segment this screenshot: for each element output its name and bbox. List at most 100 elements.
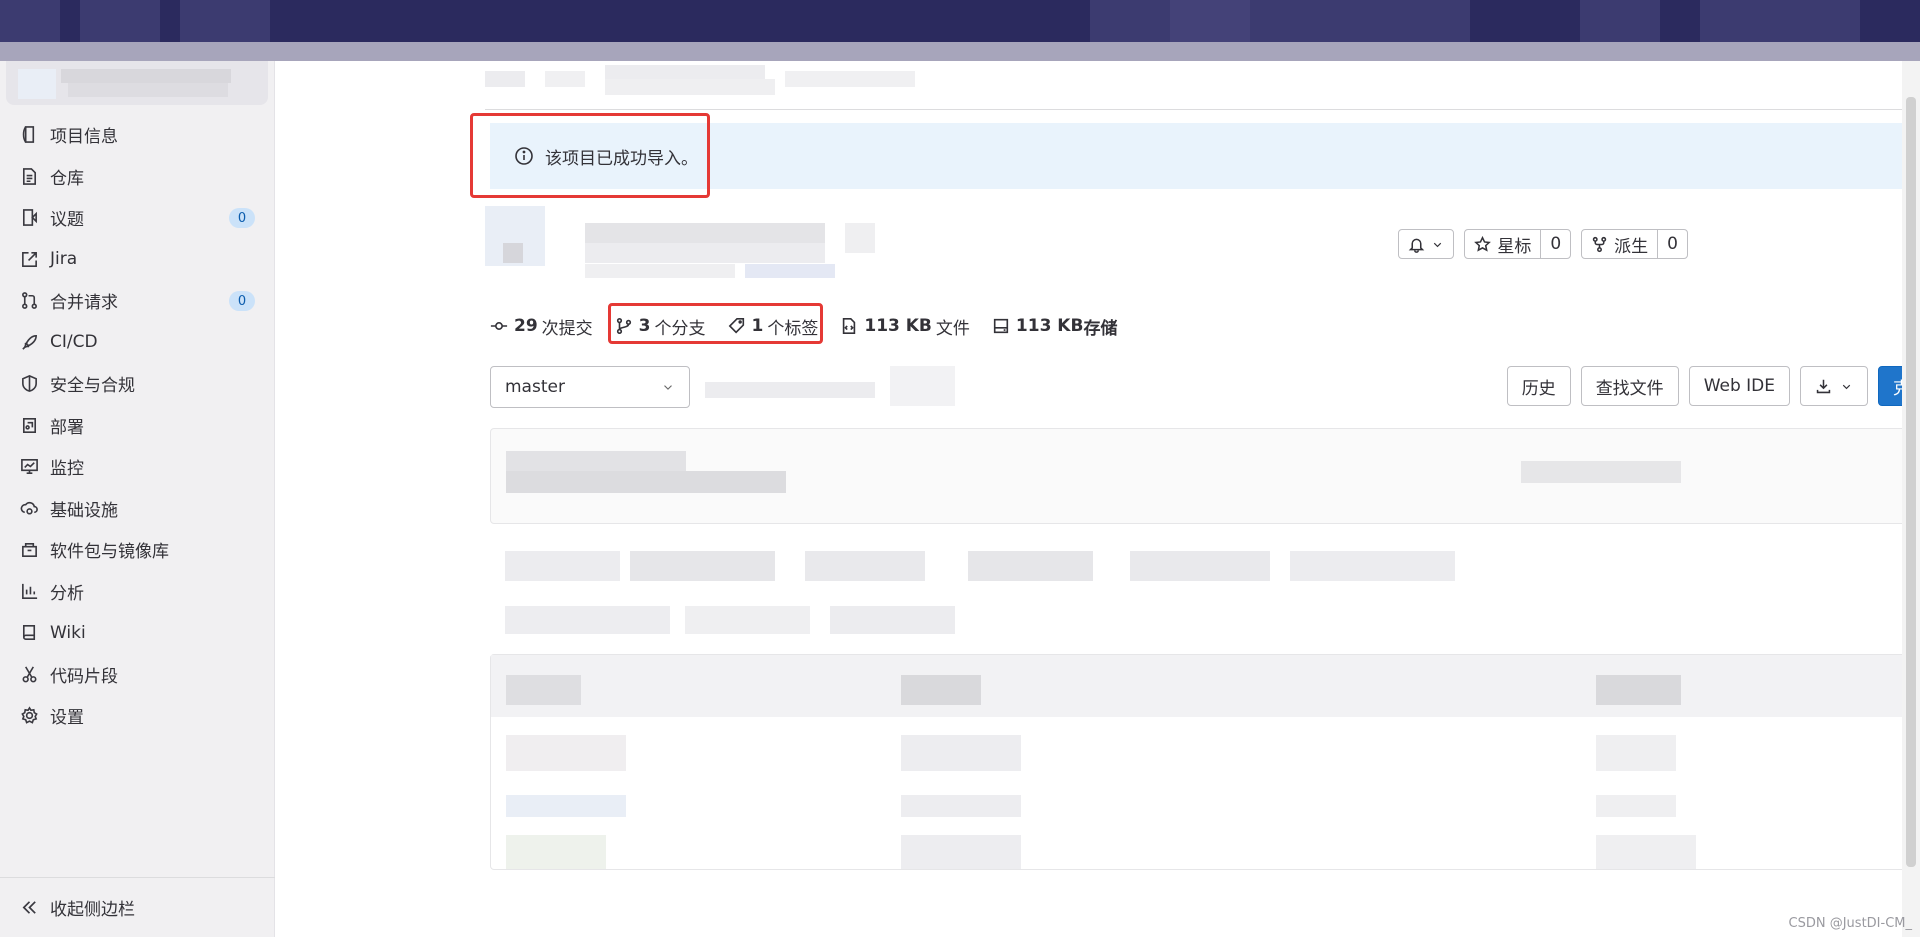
scissors-icon [22, 666, 37, 683]
collapse-sidebar-button[interactable]: 收起侧边栏 [0, 877, 275, 937]
header-divider [485, 109, 1920, 110]
sidebar-item-deployments[interactable]: 部署 [0, 405, 275, 447]
sidebar-item-monitor[interactable]: 监控 [0, 446, 275, 488]
merge-request-icon [22, 292, 37, 310]
branch-selector-value: master [505, 377, 565, 397]
repository-toolbar: master 历史 查找文件 Web IDE 克隆 [490, 364, 1920, 408]
sidebar-item-label: 仓库 [50, 168, 84, 189]
files-link[interactable]: 113 KB 文件 [840, 314, 970, 339]
web-ide-button[interactable]: Web IDE [1688, 366, 1790, 406]
files-label: 文件 [935, 318, 970, 339]
shield-icon [22, 375, 37, 393]
monitor-icon [21, 459, 38, 475]
sidebar-item-label: 安全与合规 [50, 376, 135, 397]
sidebar-item-packages[interactable]: 软件包与镜像库 [0, 529, 275, 571]
find-file-button[interactable]: 查找文件 [1580, 366, 1679, 406]
chevron-down-icon [1434, 242, 1442, 247]
file-code-icon [843, 317, 856, 335]
sidebar-item-snippets[interactable]: 代码片段 [0, 654, 275, 696]
cloud-gear-icon [20, 501, 38, 515]
settings-icon [21, 706, 38, 725]
breadcrumb-blurred [485, 61, 925, 96]
issues-count-badge: 0 [229, 208, 255, 228]
download-icon [1816, 379, 1831, 393]
fork-label: 派生 [1614, 236, 1649, 257]
sidebar-item-label: 代码片段 [50, 666, 118, 687]
header-subbar [0, 42, 1920, 61]
sidebar-item-label: Wiki [50, 622, 86, 643]
sidebar-item-label: 监控 [50, 459, 84, 480]
sidebar: 项目信息 仓库 议题 0 Jira 合并请求 0 CI/CD 安全与合规 部署 … [0, 61, 275, 937]
issues-icon [22, 209, 37, 227]
file-tree-blurred [490, 654, 1920, 870]
sidebar-item-label: 项目信息 [50, 127, 118, 148]
chart-icon [22, 583, 38, 599]
book-icon [22, 625, 36, 641]
package-icon [22, 543, 37, 558]
chevron-down-icon [664, 385, 672, 390]
main-content: 该项目已成功导入。 星标 0 派生 0 29 次提交 3 个分支 1 个标签 1… [275, 61, 1920, 937]
sidebar-item-label: 设置 [50, 708, 84, 729]
sidebar-item-repository[interactable]: 仓库 [0, 156, 275, 198]
files-size: 113 KB [864, 316, 932, 336]
storage-size: 113 KB [1015, 316, 1084, 336]
sidebar-item-cicd[interactable]: CI/CD [0, 322, 275, 364]
project-actions: 星标 0 派生 0 [1398, 229, 1688, 259]
sidebar-item-analytics[interactable]: 分析 [0, 571, 275, 613]
storage-label: 存储 [1083, 318, 1118, 339]
page-scrollbar[interactable] [1902, 61, 1920, 937]
branch-selector[interactable]: master [490, 366, 690, 408]
commits-label: 次提交 [541, 318, 593, 339]
sidebar-item-infrastructure[interactable]: 基础设施 [0, 488, 275, 530]
storage-link[interactable]: 113 KB 存储 [992, 314, 1122, 339]
sidebar-item-label: 议题 [50, 210, 84, 231]
external-link-icon [22, 251, 37, 267]
sidebar-item-settings[interactable]: 设置 [0, 695, 275, 737]
sidebar-item-label: Jira [50, 249, 78, 270]
commits-count: 29 [514, 316, 538, 336]
notification-dropdown[interactable] [1398, 229, 1455, 259]
sidebar-item-jira[interactable]: Jira [0, 239, 275, 281]
last-commit-blurred [490, 428, 1920, 524]
sidebar-item-merge-requests[interactable]: 合并请求 0 [0, 280, 275, 322]
sidebar-item-label: CI/CD [50, 332, 98, 353]
bell-icon [1409, 238, 1425, 253]
disk-icon [993, 318, 1009, 334]
sidebar-item-label: 基础设施 [50, 500, 118, 521]
star-label: 星标 [1497, 236, 1532, 257]
sidebar-item-label: 部署 [50, 417, 84, 438]
chevron-down-icon [1842, 384, 1851, 389]
history-button[interactable]: 历史 [1506, 366, 1571, 406]
project-context-blurred[interactable] [6, 61, 268, 105]
sidebar-item-issues[interactable]: 议题 0 [0, 197, 275, 239]
deployments-icon [22, 417, 37, 433]
commit-icon [490, 322, 508, 330]
star-icon [1474, 235, 1492, 252]
fork-button[interactable]: 派生 0 [1581, 229, 1688, 259]
repository-icon [22, 167, 37, 185]
sidebar-item-security[interactable]: 安全与合规 [0, 363, 275, 405]
sidebar-item-project-info[interactable]: 项目信息 [0, 114, 275, 156]
top-header [0, 0, 1920, 42]
rocket-icon [22, 334, 37, 350]
toolbar-actions: 历史 查找文件 Web IDE 克隆 [1506, 366, 1920, 406]
star-count[interactable]: 0 [1540, 230, 1570, 258]
collapse-sidebar-label: 收起侧边栏 [50, 900, 135, 920]
sidebar-nav: 项目信息 仓库 议题 0 Jira 合并请求 0 CI/CD 安全与合规 部署 … [0, 114, 275, 737]
commits-link[interactable]: 29 次提交 [490, 314, 593, 339]
download-dropdown[interactable] [1800, 366, 1868, 406]
merge-requests-count-badge: 0 [229, 291, 255, 311]
scrollbar-thumb[interactable] [1906, 97, 1916, 867]
star-button[interactable]: 星标 0 [1464, 229, 1572, 259]
branches-tags-highlight-box [608, 303, 823, 344]
sidebar-item-label: 软件包与镜像库 [50, 542, 169, 563]
project-icon [22, 126, 35, 144]
sidebar-item-label: 合并请求 [50, 293, 118, 314]
fork-icon [1592, 236, 1607, 252]
watermark: CSDN @JustDI-CM_ [1788, 916, 1912, 931]
sidebar-item-label: 分析 [50, 583, 84, 604]
fork-count[interactable]: 0 [1657, 230, 1687, 258]
double-chevron-left-icon [22, 901, 36, 914]
sidebar-item-wiki[interactable]: Wiki [0, 612, 275, 654]
alert-highlight-box [470, 113, 710, 198]
